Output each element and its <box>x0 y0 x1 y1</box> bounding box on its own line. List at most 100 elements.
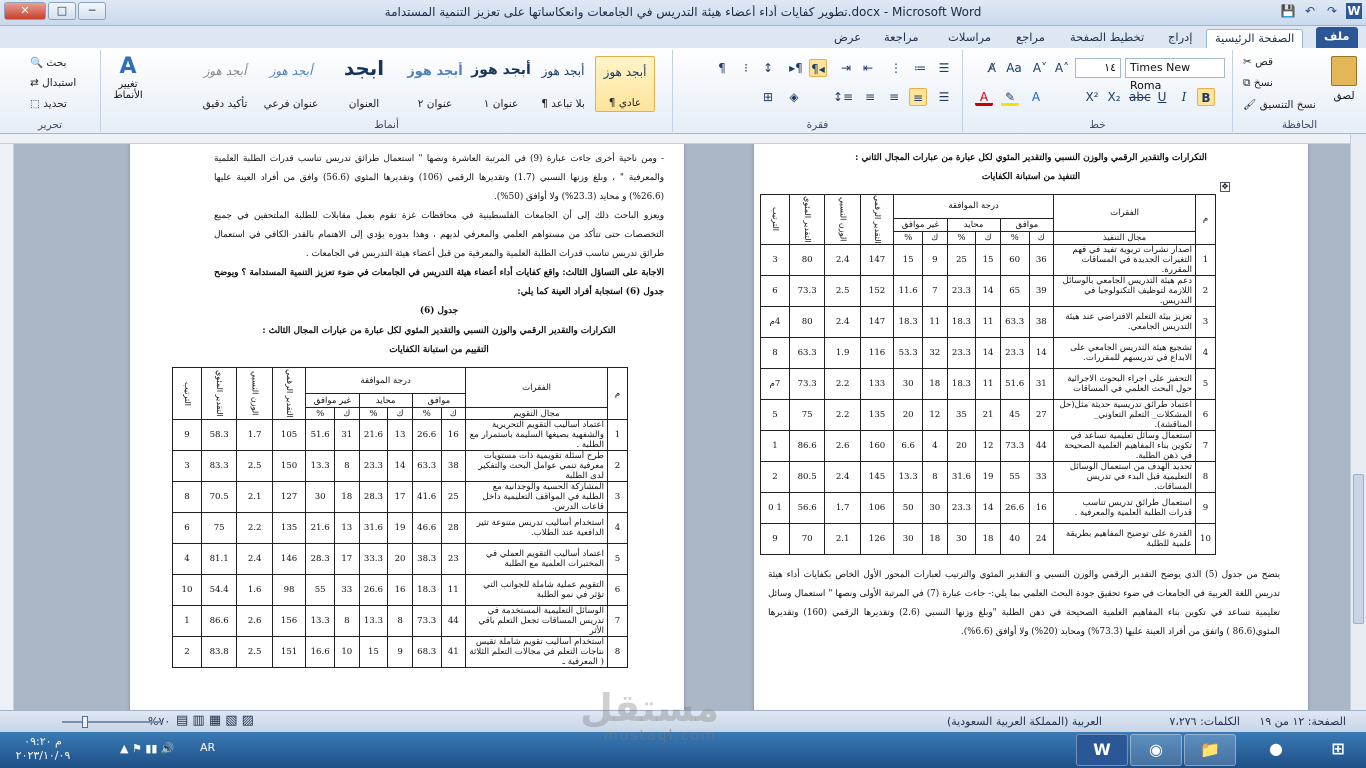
close-button[interactable]: ✕ <box>4 2 46 20</box>
editing-group-label: تحرير <box>37 119 63 131</box>
minimize-button[interactable]: ─ <box>78 2 106 20</box>
table-move-handle[interactable]: ✥ <box>1220 182 1230 192</box>
sort-icon[interactable]: ↕ <box>759 59 777 77</box>
underline-icon[interactable]: U <box>1153 88 1171 106</box>
justify-icon[interactable]: ☰ <box>935 88 953 106</box>
change-case-icon[interactable]: Aa <box>1005 59 1023 77</box>
view-mode-icons[interactable]: ▤ ▥ ▦ ▧ ▨ <box>176 713 254 728</box>
line-spacing-icon[interactable]: ↕≡ <box>833 88 853 106</box>
copy-button[interactable]: ⧉ نسخ <box>1243 77 1273 90</box>
increase-indent-icon[interactable]: ⇥ <box>837 59 855 77</box>
text-effects-icon[interactable]: A <box>1027 88 1045 106</box>
tab-mailings[interactable]: مراسلات <box>940 29 999 48</box>
highlight-icon[interactable]: ✎ <box>1001 88 1019 106</box>
explorer-taskbar-button[interactable]: 📁 <box>1184 734 1236 766</box>
font-size-select[interactable]: ١٤ <box>1075 58 1121 78</box>
shading-icon[interactable]: ◈ <box>785 88 803 106</box>
replace-button[interactable]: ⇄ استبدال <box>30 77 76 89</box>
start-button[interactable]: ⊞ <box>1312 734 1364 766</box>
save-icon[interactable]: 💾 <box>1280 3 1296 19</box>
word-taskbar-button[interactable]: W <box>1076 734 1128 766</box>
style-no-spacing[interactable]: أبجد هوز ¶ بلا تباعد <box>533 56 593 112</box>
bullets-icon[interactable]: ☰ <box>935 59 953 77</box>
zoom-slider[interactable] <box>62 721 162 723</box>
paragraph-left-2[interactable]: ويعزو الباحث ذلك إلى أن الجامعات الفلسطي… <box>214 207 664 264</box>
table-cell: 16.6 <box>305 636 336 668</box>
numbering-icon[interactable]: ≔ <box>911 59 929 77</box>
app-taskbar-button[interactable]: ◉ <box>1130 734 1182 766</box>
paste-button[interactable]: لصق <box>1325 54 1363 112</box>
table-row: 6 التقويم عملية شاملة للجوانب التي تؤثر ف… <box>172 574 628 606</box>
tray-icons[interactable]: ▲ ⚑ ▮▮ 🔊 <box>120 742 175 755</box>
language-indicator[interactable]: العربية (المملكة العربية السعودية) <box>947 715 1102 728</box>
bold-icon[interactable]: B <box>1197 88 1215 106</box>
undo-icon[interactable]: ↶ <box>1302 3 1318 19</box>
tab-file[interactable]: ملف <box>1316 27 1358 48</box>
style-subtitle[interactable]: أبجد هوز عنوان فرعي <box>261 56 321 112</box>
italic-icon[interactable]: I <box>1175 88 1193 106</box>
chrome-taskbar-button[interactable]: ● <box>1250 734 1302 766</box>
table-cell: 14 <box>975 336 1001 369</box>
ltr-direction-icon[interactable]: ▸¶ <box>787 59 805 77</box>
paragraph-left-3[interactable]: الاجابة على التساؤل الثالث: واقع كفايات … <box>214 264 664 302</box>
shrink-font-icon[interactable]: A˅ <box>1031 59 1049 77</box>
word-app-icon[interactable]: W <box>1346 3 1362 19</box>
find-button[interactable]: 🔍 بحث <box>30 56 66 69</box>
align-left-icon[interactable]: ≡ <box>861 88 879 106</box>
borders-icon[interactable]: ⊞ <box>759 88 777 106</box>
tab-insert[interactable]: إدراج <box>1160 29 1201 48</box>
page-counter[interactable]: الصفحة: ١٢ من ١٩ <box>1259 715 1346 728</box>
multilevel-list-icon[interactable]: ⋮ <box>887 59 905 77</box>
center-icon[interactable]: ≡ <box>885 88 903 106</box>
tab-references[interactable]: مراجع <box>1008 29 1053 48</box>
strikethrough-icon[interactable]: abc <box>1129 88 1151 106</box>
font-color-icon[interactable]: A <box>975 88 993 106</box>
maximize-button[interactable]: □ <box>48 2 76 20</box>
subscript-icon[interactable]: X₂ <box>1105 88 1123 106</box>
word-count[interactable]: الكلمات: ٧،٢٧٦ <box>1169 715 1240 728</box>
left-page[interactable]: - ومن ناحية أخرى جاءت عبارة (9) في المرت… <box>130 144 684 710</box>
format-painter-button[interactable]: 🖌 نسخ التنسيق <box>1243 98 1316 111</box>
table-cell: 23.3 <box>946 491 977 524</box>
style-normal[interactable]: أبجد هوز ¶ عادي <box>595 56 655 112</box>
right-page[interactable]: التكرارات والتقدير الرقمي والوزن النسبي … <box>754 144 1308 710</box>
change-styles-button[interactable]: A تغيير الأنماط <box>105 54 151 116</box>
vertical-scrollbar[interactable] <box>1350 134 1366 710</box>
tab-view[interactable]: عرض <box>826 29 869 48</box>
line-numbers-icon[interactable]: ⁝ <box>737 59 755 77</box>
cut-button[interactable]: ✂ قص <box>1243 56 1273 68</box>
clear-format-icon[interactable]: A̸ <box>983 59 1001 77</box>
tab-review[interactable]: مراجعة <box>876 29 927 48</box>
table-cell: 44 <box>1028 429 1055 462</box>
style-title[interactable]: ابجد العنوان <box>329 56 399 112</box>
paragraph-table5-analysis[interactable]: يتضح من جدول (5) الذي يوضح التقدير الرقم… <box>768 566 1280 710</box>
show-formatting-icon[interactable]: ¶ <box>713 59 731 77</box>
superscript-icon[interactable]: X² <box>1083 88 1101 106</box>
scrollbar-thumb[interactable] <box>1353 474 1364 624</box>
rtl-direction-icon[interactable]: ¶◂ <box>809 59 827 77</box>
table-cell: 18.3 <box>893 305 924 338</box>
style-subtle-emphasis[interactable]: أبجد هوز تأكيد دقيق <box>195 56 255 112</box>
paragraph-left-1[interactable]: - ومن ناحية أخرى جاءت عبارة (9) في المرت… <box>214 150 664 207</box>
input-language[interactable]: AR <box>200 741 215 754</box>
decrease-indent-icon[interactable]: ⇤ <box>859 59 877 77</box>
align-right-icon[interactable]: ≡ <box>909 88 927 106</box>
grow-font-icon[interactable]: A˄ <box>1053 59 1071 77</box>
zoom-slider-thumb[interactable] <box>82 716 88 728</box>
style-heading1[interactable]: أبجد هوز عنوان ١ <box>471 56 531 112</box>
vertical-ruler[interactable] <box>0 144 14 710</box>
table-row: 10 القدرة على توضيح المفاهيم بطريقة علمية… <box>760 522 1216 555</box>
taskbar-clock[interactable]: م ٠٩:٢٠ ٢٠٢٣/١٠/٠٩ <box>8 735 78 763</box>
select-button[interactable]: ⬚ تحديد <box>30 98 67 110</box>
horizontal-ruler[interactable] <box>0 134 1366 144</box>
font-name-select[interactable]: Times New Roma <box>1125 58 1225 92</box>
col-pct: % <box>999 230 1030 245</box>
table-cell: 20 <box>893 398 924 431</box>
tab-page-layout[interactable]: تخطيط الصفحة <box>1062 29 1152 48</box>
redo-icon[interactable]: ↷ <box>1324 3 1340 19</box>
tab-home[interactable]: الصفحة الرئيسية <box>1206 29 1304 48</box>
ribbon-tabs: ملف الصفحة الرئيسية إدراج تخطيط الصفحة م… <box>0 26 1366 48</box>
style-heading2[interactable]: أبجد هوز عنوان ٢ <box>405 56 465 112</box>
table-row: 7 استعمال وسائل تعليمية تساعد في تكوين بن… <box>760 429 1216 462</box>
style-preview: أبجد هوز <box>203 64 247 78</box>
